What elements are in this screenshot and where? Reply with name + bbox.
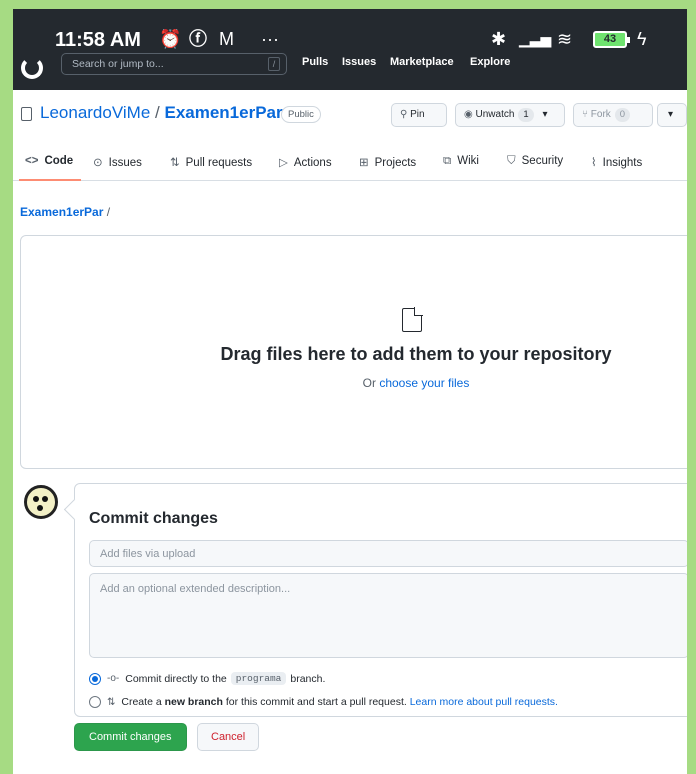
drop-zone-subtitle: Or choose your files <box>362 376 470 390</box>
choose-files-link[interactable]: choose your files <box>379 376 469 390</box>
tab-wiki[interactable]: ⧉ Wiki <box>443 155 479 168</box>
pin-icon: ⚲ <box>400 109 408 120</box>
fork-icon: ⑂ <box>582 109 588 120</box>
table-icon: ⊞ <box>359 157 369 169</box>
tab-pull-requests[interactable]: ⇅ Pull requests <box>170 155 252 169</box>
avatar <box>24 485 58 519</box>
repo-owner-link[interactable]: LeonardoViMe <box>40 103 150 122</box>
shield-icon: ⛉ <box>507 155 516 167</box>
battery-icon: 43 <box>593 31 630 48</box>
signal-icon: ▁▃▅ <box>519 31 552 47</box>
more-icon: ··· <box>261 29 279 49</box>
cancel-button[interactable]: Cancel <box>197 723 260 751</box>
commit-direct-option[interactable]: -o- Commit directly to the programa bran… <box>89 672 325 685</box>
status-time: 11:58 AM <box>55 29 141 51</box>
bluetooth-icon: ✱ <box>491 29 507 49</box>
tab-actions[interactable]: ▷ Actions <box>279 155 332 169</box>
pull-request-icon: ⇅ <box>170 157 180 169</box>
commit-summary-input[interactable] <box>89 540 687 567</box>
eye-icon: ◉ <box>464 109 473 120</box>
active-tab-indicator <box>19 179 81 181</box>
wifi-icon: ≋ <box>557 29 573 49</box>
chevron-down-icon: ▾ <box>668 109 674 120</box>
tab-issues[interactable]: ⊙ Issues <box>93 155 142 169</box>
learn-more-link[interactable]: Learn more about pull requests. <box>410 696 558 708</box>
chevron-down-icon: ▾ <box>542 109 548 120</box>
breadcrumb: Examen1erPar / <box>20 205 111 219</box>
graph-icon: ⌇ <box>591 157 597 169</box>
commit-changes-button[interactable]: Commit changes <box>74 723 187 751</box>
pull-request-icon: ⇅ <box>107 696 116 708</box>
fork-count: 0 <box>614 108 631 122</box>
github-logo-icon[interactable] <box>21 57 43 79</box>
commit-heading: Commit changes <box>89 510 218 527</box>
search-shortcut-key: / <box>268 57 280 71</box>
file-drop-zone[interactable]: Drag files here to add them to your repo… <box>20 235 687 469</box>
nav-explore[interactable]: Explore <box>470 56 510 68</box>
commit-icon: -o- <box>107 673 120 684</box>
commit-description-input[interactable] <box>89 573 687 658</box>
play-icon: ▷ <box>279 157 288 169</box>
nav-marketplace[interactable]: Marketplace <box>390 56 454 68</box>
code-icon: <> <box>25 155 39 167</box>
nav-pulls[interactable]: Pulls <box>302 56 328 68</box>
branch-name: programa <box>230 672 287 685</box>
facebook-icon: ⓕ <box>189 29 207 49</box>
repo-tabs: <> Code ⊙ Issues ⇅ Pull requests ▷ Actions ⊞… <box>13 149 687 181</box>
commit-panel: Commit changes -o- Commit directly to th… <box>74 483 687 717</box>
issue-icon: ⊙ <box>93 157 103 169</box>
visibility-badge: Public <box>281 106 321 123</box>
watch-count: 1 <box>518 108 534 122</box>
tab-code[interactable]: <> Code <box>25 155 73 167</box>
alarm-icon: ⏰ <box>159 29 182 49</box>
nav-issues[interactable]: Issues <box>342 56 376 68</box>
fork-dropdown-button[interactable]: ▾ <box>657 103 687 127</box>
tab-projects[interactable]: ⊞ Projects <box>359 155 416 169</box>
charging-icon: ϟ <box>637 29 647 49</box>
gmail-icon: M <box>219 29 234 49</box>
fork-button[interactable]: ⑂ Fork 0 <box>573 103 653 127</box>
drop-zone-title: Drag files here to add them to your repo… <box>220 344 612 364</box>
pin-button[interactable]: ⚲ Pin <box>391 103 447 127</box>
new-branch-radio[interactable] <box>89 696 101 708</box>
tab-insights[interactable]: ⌇ Insights <box>591 155 642 169</box>
unwatch-button[interactable]: ◉ Unwatch 1 ▾ <box>455 103 565 127</box>
file-icon <box>402 307 423 332</box>
repo-title: LeonardoViMe / Examen1erPar <box>40 103 283 122</box>
repo-icon <box>21 107 32 121</box>
tab-security[interactable]: ⛉ Security <box>507 155 563 168</box>
breadcrumb-repo-link[interactable]: Examen1erPar <box>20 205 103 219</box>
github-header: 11:58 AM ⏰ ⓕ M ··· ✱ ▁▃▅ ≋ 43 ϟ Search o… <box>13 9 687 90</box>
book-icon: ⧉ <box>443 155 452 167</box>
phone-screen: 11:58 AM ⏰ ⓕ M ··· ✱ ▁▃▅ ≋ 43 ϟ Search o… <box>13 9 687 774</box>
search-input[interactable]: Search or jump to... / <box>61 53 287 75</box>
repo-name-link[interactable]: Examen1erPar <box>164 103 282 122</box>
new-branch-option[interactable]: ⇅ Create a new branch for this commit an… <box>89 696 558 708</box>
commit-direct-radio[interactable] <box>89 672 101 685</box>
